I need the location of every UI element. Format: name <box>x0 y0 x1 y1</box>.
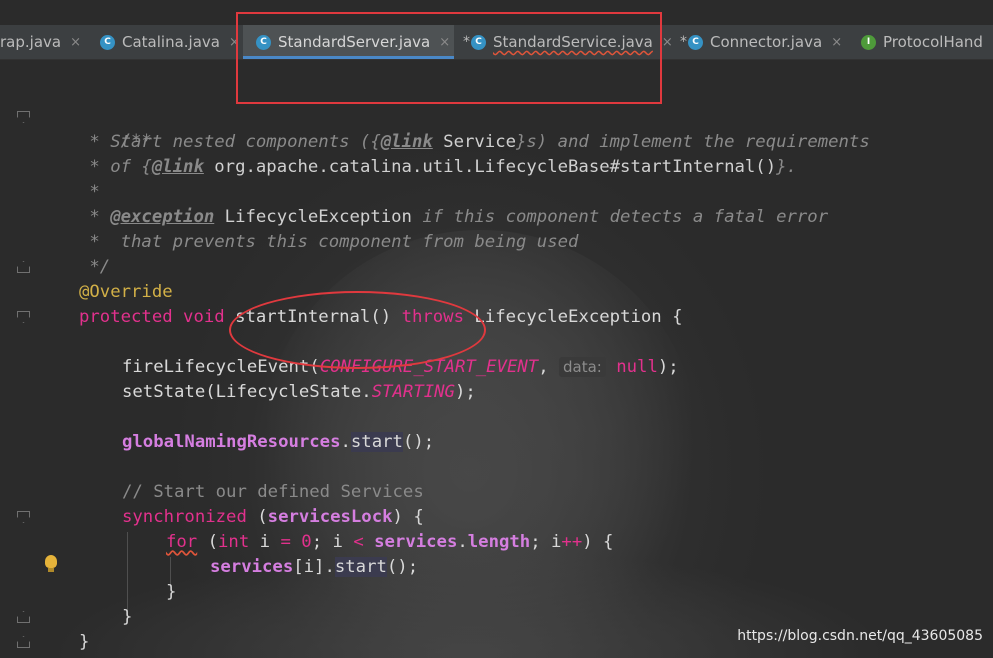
code-text: (); <box>402 432 435 452</box>
tab-label: Connector.java <box>710 33 823 51</box>
doc-reference: LifecycleException <box>214 207 412 227</box>
fold-icon[interactable] <box>17 311 30 323</box>
operator: < <box>353 532 364 552</box>
code-line[interactable]: * <box>79 180 100 204</box>
doc-comment: */ <box>79 257 111 277</box>
code-text: (); <box>386 557 419 577</box>
doc-tag: @exception <box>110 207 215 227</box>
code-text: ) { <box>582 532 614 552</box>
code-text: ; i <box>530 532 562 552</box>
code-line[interactable]: globalNamingResources.start(); <box>122 430 434 454</box>
field: services <box>374 532 458 552</box>
code-text: . <box>457 532 468 552</box>
keyword: null <box>616 357 658 377</box>
code-text: i <box>249 532 281 552</box>
code-text: ); <box>657 357 679 377</box>
keyword: int <box>218 532 250 552</box>
indent-guide <box>127 532 128 612</box>
field: length <box>467 532 531 552</box>
code-line[interactable]: /** <box>79 105 152 151</box>
doc-reference: org.apache.catalina.util.LifecycleBase#s… <box>203 157 777 177</box>
doc-comment: * <box>79 182 100 202</box>
code-line[interactable]: */ <box>79 255 110 279</box>
keyword: for <box>166 532 198 552</box>
class-icon: C <box>688 34 703 50</box>
annotation-rectangle <box>236 12 662 104</box>
constant: STARTING <box>371 382 455 402</box>
doc-reference: Service <box>432 132 516 152</box>
code-text: ) { <box>392 507 424 527</box>
code-text: ( <box>246 507 268 527</box>
watermark: https://blog.csdn.net/qq_43605085 <box>737 628 983 644</box>
code-line[interactable]: * Start nested components ({@link Servic… <box>79 130 870 154</box>
code-line[interactable]: } <box>79 630 89 654</box>
doc-comment: if this component detects a fatal error <box>411 207 829 227</box>
method-call: start <box>350 432 403 452</box>
keyword: protected void <box>79 307 236 327</box>
code-line[interactable]: // Start our defined Services <box>122 480 424 504</box>
code-text: [i]. <box>293 557 335 577</box>
code-line[interactable]: for (int i = 0; i < services.length; i++… <box>166 530 613 554</box>
line-comment: // Start our defined Services <box>122 482 424 502</box>
doc-comment: }s) and implement the requirements <box>516 132 870 152</box>
code-text: , <box>538 357 559 377</box>
field: globalNamingResources <box>122 432 341 452</box>
tab-label: ProtocolHand <box>883 33 983 51</box>
fold-icon[interactable] <box>17 111 30 123</box>
annotation: @Override <box>79 282 173 302</box>
close-icon[interactable]: × <box>70 35 81 50</box>
field: services <box>210 557 294 577</box>
method-call: start <box>334 557 387 577</box>
number-literal: 0 <box>301 532 312 552</box>
code-line[interactable]: * @exception LifecycleException if this … <box>79 205 828 229</box>
code-text: . <box>340 432 351 452</box>
code-line[interactable]: } <box>122 605 132 629</box>
code-text: } <box>166 582 177 602</box>
annotation-ellipse <box>229 291 486 369</box>
field: servicesLock <box>267 507 393 527</box>
code-text: } <box>122 607 133 627</box>
doc-tag: @link <box>380 132 433 152</box>
code-text: LifecycleException { <box>464 307 683 327</box>
doc-comment: * <box>79 207 111 227</box>
modified-indicator: * <box>680 34 687 50</box>
code-text: setState(LifecycleState. <box>122 382 372 402</box>
tab-label: rap.java <box>0 33 62 51</box>
class-icon: C <box>100 34 115 50</box>
tab-bootstrap[interactable]: rap.java × <box>0 25 81 59</box>
code-line[interactable]: @Override <box>79 280 173 304</box>
doc-comment: * Start nested components ({ <box>79 132 381 152</box>
code-line[interactable]: * of {@link org.apache.catalina.util.Lif… <box>79 155 797 179</box>
doc-comment: * of { <box>79 157 152 177</box>
tab-connector[interactable]: * C Connector.java × <box>680 25 842 59</box>
operator: ++ <box>561 532 583 552</box>
doc-tag: @link <box>151 157 204 177</box>
tab-catalina[interactable]: C Catalina.java × <box>100 25 240 59</box>
code-line[interactable]: services[i].start(); <box>210 555 418 579</box>
keyword: synchronized <box>122 507 247 527</box>
code-text: ( <box>197 532 219 552</box>
interface-icon: I <box>861 34 876 50</box>
code-text: } <box>79 632 90 652</box>
ide-window: rap.java × C Catalina.java × C StandardS… <box>0 0 993 658</box>
operator: = <box>280 532 291 552</box>
fold-icon[interactable] <box>17 261 30 273</box>
code-line[interactable]: * that prevents this component from bein… <box>79 230 578 254</box>
close-icon[interactable]: × <box>662 35 673 50</box>
code-line[interactable]: synchronized (servicesLock) { <box>122 505 424 529</box>
doc-comment: * that prevents this component from bein… <box>79 232 579 252</box>
code-text: ; i <box>311 532 354 552</box>
tab-protocol-handler[interactable]: I ProtocolHand <box>861 25 983 59</box>
code-line[interactable]: } <box>166 580 176 604</box>
code-line[interactable]: setState(LifecycleState.STARTING); <box>122 380 476 404</box>
code-text: ); <box>454 382 476 402</box>
tab-label: Catalina.java <box>122 33 220 51</box>
close-icon[interactable]: × <box>831 35 842 50</box>
parameter-hint: data: <box>559 357 606 377</box>
lightbulb-icon[interactable] <box>45 555 57 572</box>
doc-comment: }. <box>776 157 797 177</box>
